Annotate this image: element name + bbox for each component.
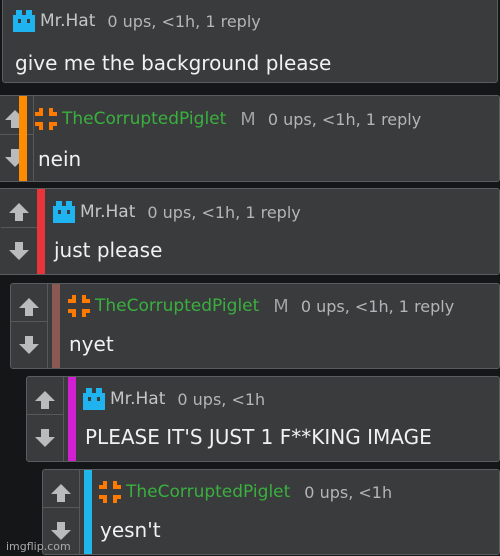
comment-3: Mr.Hat 0 ups, <1h, 1 reply just please <box>0 188 500 275</box>
reply-depth-bar <box>19 96 27 181</box>
mod-badge: M <box>273 295 289 317</box>
reply-depth-bar <box>37 189 45 274</box>
arrow-up-icon <box>35 391 55 409</box>
arrow-down-icon <box>35 429 55 447</box>
arrow-up-icon <box>9 203 29 221</box>
vote-column <box>0 96 34 181</box>
vote-column <box>1 189 38 274</box>
arrow-up-icon <box>51 484 71 502</box>
imgflip-watermark: imgflip.com <box>6 540 71 553</box>
mr-hat-avatar-icon[interactable] <box>13 10 35 32</box>
username[interactable]: Mr.Hat <box>40 11 95 31</box>
mr-hat-avatar-icon[interactable] <box>83 388 105 410</box>
piglet-avatar-icon[interactable] <box>68 295 90 317</box>
mod-badge: M <box>240 108 256 130</box>
downvote-button[interactable] <box>27 414 63 461</box>
comment-meta: 0 ups, <1h, 1 reply <box>267 109 422 129</box>
piglet-avatar-icon[interactable] <box>99 481 121 503</box>
vote-column <box>11 284 48 368</box>
arrow-down-icon <box>9 242 29 260</box>
username[interactable]: Mr.Hat <box>80 202 135 222</box>
piglet-avatar-icon[interactable] <box>35 108 57 130</box>
reply-depth-bar <box>52 284 60 368</box>
comment-header: Mr.Hat 0 ups, <1h, 1 reply <box>53 201 301 223</box>
downvote-button[interactable] <box>11 321 47 368</box>
comment-meta: 0 ups, <1h, 1 reply <box>300 296 455 316</box>
comment-meta: 0 ups, <1h <box>304 482 393 502</box>
reply-depth-bar <box>68 377 76 461</box>
comment-6: TheCorruptedPiglet 0 ups, <1h yesn't <box>42 469 500 555</box>
comment-text: yesn't <box>100 518 161 542</box>
username[interactable]: TheCorruptedPiglet <box>62 109 226 129</box>
comment-text: PLEASE IT'S JUST 1 F**KING IMAGE <box>85 425 432 449</box>
comment-5: Mr.Hat 0 ups, <1h PLEASE IT'S JUST 1 F**… <box>26 376 500 462</box>
comment-header: Mr.Hat 0 ups, <1h, 1 reply <box>13 10 261 32</box>
comment-header: TheCorruptedPiglet M 0 ups, <1h, 1 reply <box>35 108 421 130</box>
comment-meta: 0 ups, <1h, 1 reply <box>147 202 301 222</box>
comment-meta: 0 ups, <1h, 1 reply <box>107 11 261 31</box>
comment-meta: 0 ups, <1h <box>177 389 266 409</box>
comment-text: just please <box>54 238 163 262</box>
comment-2: TheCorruptedPiglet M 0 ups, <1h, 1 reply… <box>0 95 500 182</box>
mr-hat-avatar-icon[interactable] <box>53 201 75 223</box>
arrow-down-icon <box>19 336 39 354</box>
comment-text: nyet <box>69 332 114 356</box>
reply-depth-bar <box>84 470 92 554</box>
downvote-button[interactable] <box>1 227 37 274</box>
downvote-button[interactable] <box>0 134 33 181</box>
vote-column <box>27 377 64 461</box>
comment-header: TheCorruptedPiglet 0 ups, <1h <box>99 481 392 503</box>
comment-text: give me the background please <box>15 51 332 75</box>
comment-text: nein <box>38 147 82 171</box>
comment-header: Mr.Hat 0 ups, <1h <box>83 388 265 410</box>
arrow-down-icon <box>51 522 71 540</box>
username[interactable]: TheCorruptedPiglet <box>126 482 290 502</box>
username[interactable]: TheCorruptedPiglet <box>95 296 259 316</box>
username[interactable]: Mr.Hat <box>110 389 165 409</box>
comment-1: Mr.Hat 0 ups, <1h, 1 reply give me the b… <box>2 0 498 83</box>
arrow-up-icon <box>19 298 39 316</box>
comment-4: TheCorruptedPiglet M 0 ups, <1h, 1 reply… <box>10 283 500 369</box>
comment-header: TheCorruptedPiglet M 0 ups, <1h, 1 reply <box>68 295 454 317</box>
